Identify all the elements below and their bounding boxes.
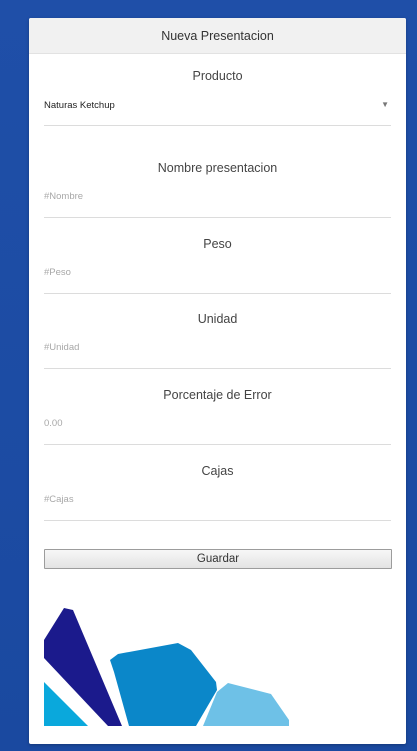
peso-label: Peso <box>203 237 232 251</box>
producto-selected-value: Naturas Ketchup <box>44 99 115 111</box>
company-logo <box>44 608 289 726</box>
cajas-field <box>44 478 391 521</box>
save-button[interactable]: Guardar <box>44 549 392 569</box>
peso-input[interactable] <box>44 266 391 278</box>
nombre-input[interactable] <box>44 190 391 202</box>
producto-label: Producto <box>192 69 243 83</box>
page-title: Nueva Presentacion <box>161 28 274 43</box>
unidad-input[interactable] <box>44 341 391 353</box>
error-label: Porcentaje de Error <box>163 388 272 402</box>
chevron-down-icon: ▼ <box>381 99 389 109</box>
unidad-label: Unidad <box>197 312 238 326</box>
peso-field <box>44 251 391 294</box>
producto-select[interactable]: Naturas Ketchup ▼ <box>44 83 391 126</box>
card-header: Nueva Presentacion <box>29 18 406 54</box>
actions-row: Guardar <box>44 521 392 569</box>
nombre-group: Nombre presentacion <box>44 126 391 218</box>
nombre-label: Nombre presentacion <box>157 161 278 175</box>
logo-mid-shape <box>110 643 217 726</box>
nombre-field <box>44 175 391 218</box>
new-presentation-card: Nueva Presentacion Producto Naturas Ketc… <box>29 18 406 744</box>
cajas-label: Cajas <box>201 464 234 478</box>
cajas-input[interactable] <box>44 493 391 505</box>
peso-group: Peso <box>44 218 391 294</box>
cajas-group: Cajas <box>44 445 391 521</box>
error-group: Porcentaje de Error <box>44 369 391 445</box>
unidad-group: Unidad <box>44 294 391 369</box>
presentation-form: Producto Naturas Ketchup ▼ Nombre presen… <box>29 54 406 569</box>
unidad-field <box>44 326 391 369</box>
error-field <box>44 402 391 445</box>
producto-group: Producto Naturas Ketchup ▼ <box>44 54 391 126</box>
error-input[interactable] <box>44 417 391 429</box>
